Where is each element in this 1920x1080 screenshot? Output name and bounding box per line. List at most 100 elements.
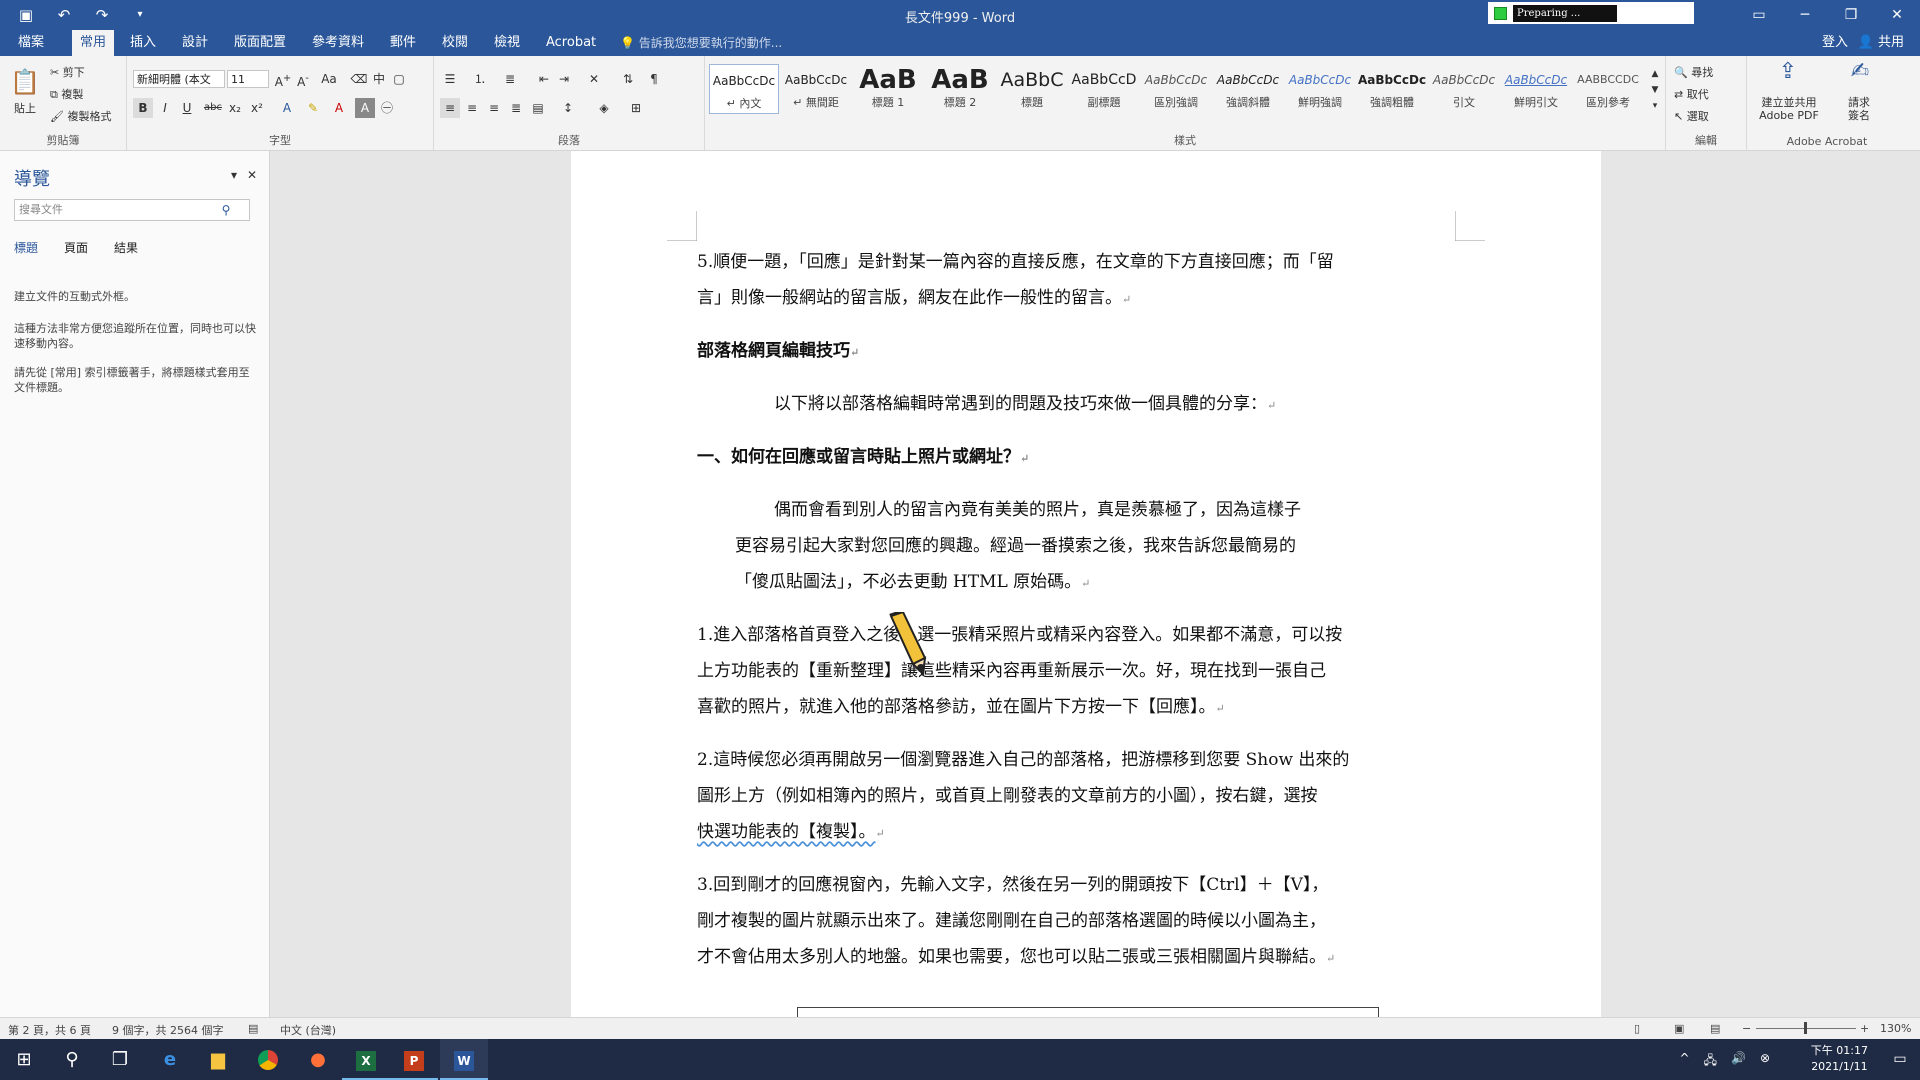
paste-label[interactable]: 貼上 <box>14 100 36 116</box>
print-layout-icon[interactable]: ▣ <box>1674 1022 1684 1035</box>
document-page[interactable]: 5.順便一題，「回應」是針對某一篇內容的直接反應，在文章的下方直接回應；而「留 … <box>571 151 1601 1017</box>
sign-in-link[interactable]: 登入 <box>1822 30 1848 56</box>
powerpoint-icon[interactable]: P <box>390 1039 438 1080</box>
system-clock[interactable]: 下午 01:17 2021/1/11 <box>1811 1043 1868 1075</box>
ribbon-display-icon[interactable]: ▭ <box>1736 0 1782 30</box>
cut-button[interactable]: ✂ 剪下 <box>50 64 85 80</box>
font-size-combo[interactable]: 11 <box>227 70 269 88</box>
zoom-in-icon[interactable]: + <box>1860 1022 1869 1035</box>
volume-icon[interactable]: 🔊 <box>1731 1051 1746 1072</box>
underline-icon[interactable]: U <box>177 98 197 118</box>
style-intense-quote[interactable]: AaBbCcDc 鮮明引文 <box>1501 64 1571 114</box>
style-heading-1[interactable]: AaB 標題 1 <box>853 64 923 114</box>
edge-icon[interactable]: e <box>146 1039 194 1080</box>
notification-muted-icon[interactable]: ⊗ <box>1760 1051 1770 1072</box>
grow-font-icon[interactable]: A+ <box>273 69 293 89</box>
request-signature-button[interactable]: 請求 簽名 <box>1839 96 1879 122</box>
align-center-icon[interactable]: ≡ <box>462 98 482 118</box>
style-title[interactable]: AaBbC 標題 <box>997 64 1067 114</box>
strikethrough-icon[interactable]: abc <box>203 98 223 118</box>
language[interactable]: 中文 (台灣) <box>280 1022 336 1038</box>
nav-options-icon[interactable]: ▾ <box>224 165 244 185</box>
restore-icon[interactable]: ❐ <box>1828 0 1874 30</box>
tab-acrobat[interactable]: Acrobat <box>538 30 604 56</box>
nav-tab-headings[interactable]: 標題 <box>14 239 38 256</box>
borders-icon[interactable]: ⊞ <box>626 98 646 118</box>
clear-format-icon[interactable]: ⌫ <box>349 69 369 89</box>
line-spacing-icon[interactable]: ↕ <box>558 98 578 118</box>
search-icon[interactable]: ⚲ <box>216 200 236 220</box>
style-emphasis[interactable]: AaBbCcDc 強調斜體 <box>1213 64 1283 114</box>
phonetic-guide-icon[interactable]: 中 <box>369 69 389 89</box>
firefox-icon[interactable]: ● <box>294 1039 342 1080</box>
increase-indent-icon[interactable]: ⇥ <box>554 69 574 89</box>
style-subtitle[interactable]: AaBbCcD 副標題 <box>1069 64 1139 114</box>
share-button[interactable]: 👤 共用 <box>1858 30 1904 56</box>
web-layout-icon[interactable]: ▤ <box>1710 1022 1720 1035</box>
shading-icon[interactable]: ◈ <box>594 98 614 118</box>
action-center-icon[interactable]: ▭ <box>1880 1039 1920 1080</box>
create-pdf-icon[interactable]: ⇪ <box>1773 61 1803 90</box>
chevron-up-icon[interactable]: ^ <box>1680 1051 1690 1072</box>
copy-button[interactable]: ⧉ 複製 <box>50 86 83 102</box>
character-shading-icon[interactable]: A <box>355 98 375 118</box>
windows-start-icon[interactable]: ⊞ <box>0 1039 48 1080</box>
superscript-icon[interactable]: x² <box>247 98 267 118</box>
search-icon[interactable]: ⚲ <box>48 1039 96 1080</box>
excel-icon[interactable]: X <box>342 1039 390 1080</box>
select-button[interactable]: ↖ 選取 <box>1674 108 1709 124</box>
sort-icon[interactable]: ⇅ <box>618 69 638 89</box>
style-subtle-emphasis[interactable]: AaBbCcDc 區別強調 <box>1141 64 1211 114</box>
tab-view[interactable]: 檢視 <box>486 30 528 56</box>
nav-search-input[interactable]: 搜尋文件 <box>14 199 250 221</box>
tab-design[interactable]: 設計 <box>174 30 216 56</box>
styles-scroll-icon[interactable]: ▲ ▼ ▾ <box>1645 66 1665 116</box>
bullets-icon[interactable]: ☰ <box>440 69 460 89</box>
numbering-icon[interactable]: ⒈ <box>470 69 490 89</box>
create-pdf-button[interactable]: 建立並共用 Adobe PDF <box>1751 96 1827 122</box>
replace-button[interactable]: ⇄ 取代 <box>1674 86 1709 102</box>
asian-layout-icon[interactable]: ✕ <box>584 69 604 89</box>
format-painter-button[interactable]: 🖌 複製格式 <box>50 108 111 124</box>
style-no-spacing[interactable]: AaBbCcDc ↵ 無間距 <box>781 64 851 114</box>
file-explorer-icon[interactable]: ▆ <box>194 1039 242 1080</box>
show-marks-icon[interactable]: ¶ <box>644 69 664 89</box>
style-quote[interactable]: AaBbCcDc 引文 <box>1429 64 1499 114</box>
justify-icon[interactable]: ≣ <box>506 98 526 118</box>
shrink-font-icon[interactable]: A- <box>293 69 313 89</box>
word-icon[interactable]: W <box>440 1039 488 1080</box>
task-view-icon[interactable]: ❐ <box>96 1039 144 1080</box>
style-heading-2[interactable]: AaB 標題 2 <box>925 64 995 114</box>
change-case-icon[interactable]: Aa <box>319 69 339 89</box>
italic-icon[interactable]: I <box>155 98 175 118</box>
style-intense-emphasis[interactable]: AaBbCcDc 鮮明強調 <box>1285 64 1355 114</box>
network-icon[interactable]: 🖧 <box>1704 1051 1717 1072</box>
tell-me-box[interactable]: 💡 告訴我您想要執行的動作... <box>620 30 782 56</box>
request-signature-icon[interactable]: ✍ <box>1845 61 1875 90</box>
style-normal[interactable]: AaBbCcDc ↵ 內文 <box>709 64 779 114</box>
chrome-icon[interactable] <box>244 1039 292 1080</box>
tab-references[interactable]: 參考資料 <box>304 30 372 56</box>
multilevel-list-icon[interactable]: ≣ <box>500 69 520 89</box>
style-strong[interactable]: AaBbCcDc 強調粗體 <box>1357 64 1427 114</box>
word-count[interactable]: 9 個字，共 2564 個字 <box>112 1022 223 1038</box>
zoom-out-icon[interactable]: − <box>1742 1022 1751 1035</box>
bold-icon[interactable]: B <box>133 98 153 118</box>
enclose-characters-icon[interactable]: ㊀ <box>377 98 397 118</box>
tab-insert[interactable]: 插入 <box>122 30 164 56</box>
subscript-icon[interactable]: x₂ <box>225 98 245 118</box>
tab-file[interactable]: 檔案 <box>10 30 52 56</box>
tab-home[interactable]: 常用 <box>72 30 115 56</box>
align-right-icon[interactable]: ≡ <box>484 98 504 118</box>
find-button[interactable]: 🔍 尋找 <box>1674 64 1713 80</box>
nav-tab-pages[interactable]: 頁面 <box>64 239 88 256</box>
tab-mailings[interactable]: 郵件 <box>382 30 424 56</box>
decrease-indent-icon[interactable]: ⇤ <box>534 69 554 89</box>
align-left-icon[interactable]: ≡ <box>440 98 460 118</box>
nav-tab-results[interactable]: 結果 <box>114 239 138 256</box>
read-mode-icon[interactable]: ▯ <box>1634 1022 1640 1035</box>
zoom-slider-thumb[interactable] <box>1804 1022 1807 1034</box>
character-border-icon[interactable]: ▢ <box>389 69 409 89</box>
text-effects-icon[interactable]: A <box>277 98 297 118</box>
tab-layout[interactable]: 版面配置 <box>226 30 294 56</box>
